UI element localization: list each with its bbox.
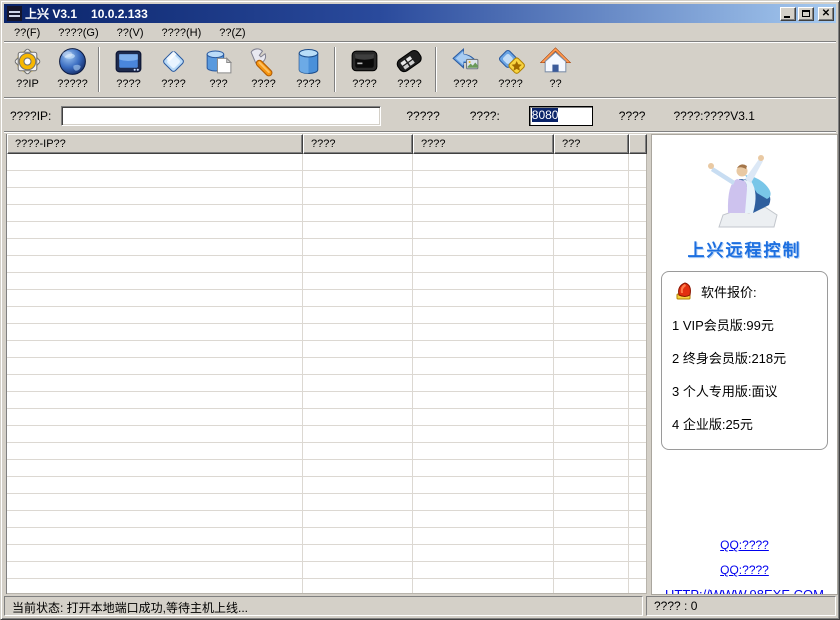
monitor-icon <box>112 45 145 78</box>
close-button[interactable]: ✕ <box>818 7 834 21</box>
ip-input[interactable] <box>61 106 381 126</box>
status-bar: 当前状态: 打开本地端口成功,等待主机上线... ???? : 0 <box>4 596 836 616</box>
toolbar-separator <box>98 47 100 92</box>
table-header-filler <box>629 134 647 154</box>
window-title: 上兴 V3.1 <box>25 5 77 22</box>
sidebar: 上兴远程控制 软件报价: 1 VIP会员版:99元 2 终身会员版:218元 3… <box>651 134 838 595</box>
toolbar-button-config-ip[interactable]: ??IP <box>5 43 50 90</box>
table-gridline <box>553 154 554 593</box>
qq-link-1[interactable]: QQ:???? <box>652 538 837 552</box>
ip-label: ????IP: <box>10 109 51 123</box>
toolbar-button-share-picture[interactable]: ???? <box>443 43 488 90</box>
table-header-col4[interactable]: ??? <box>554 134 629 154</box>
table-header-ip[interactable]: ????-IP?? <box>7 134 303 154</box>
hint-label[interactable]: ????? <box>406 109 439 123</box>
share-picture-icon <box>449 45 482 78</box>
price-item: 3 个人专用版:面议 <box>672 381 817 400</box>
wrench-icon <box>247 45 280 78</box>
bell-icon <box>674 281 694 301</box>
toolbar-button-network[interactable]: ????? <box>50 43 95 90</box>
price-box: 软件报价: 1 VIP会员版:99元 2 终身会员版:218元 3 个人专用版:… <box>661 271 828 450</box>
toolbar-button-screen[interactable]: ???? <box>106 43 151 90</box>
maximize-button[interactable] <box>798 7 814 21</box>
toolbar-button-card-star[interactable]: ???? <box>488 43 533 90</box>
table-gridline <box>412 154 413 593</box>
menu-item-help[interactable]: ????(H) <box>153 25 211 41</box>
window-title-version: 10.0.2.133 <box>91 7 148 21</box>
toolbar-label: ??IP <box>16 78 39 90</box>
toolbar-button-cylinder-page[interactable]: ??? <box>196 43 241 90</box>
menu-item-function[interactable]: ????(G) <box>49 25 107 41</box>
card-star-icon <box>494 45 527 78</box>
toolbar-separator <box>435 47 437 92</box>
toolbar-label: ???? <box>161 78 185 90</box>
toolbar-label: ???? <box>453 78 477 90</box>
film-icon <box>393 45 426 78</box>
menu-item-view[interactable]: ??(V) <box>108 25 153 41</box>
toolbar-label: ?? <box>549 78 561 90</box>
app-icon <box>7 6 22 21</box>
toolbar-button-home[interactable]: ?? <box>533 43 578 90</box>
toolbar-button-diamond[interactable]: ???? <box>151 43 196 90</box>
menu-item-file[interactable]: ??(F) <box>5 25 49 41</box>
toolbar-label: ???? <box>296 78 320 90</box>
minimize-button[interactable] <box>780 7 796 21</box>
version-label: ????:????V3.1 <box>673 109 754 123</box>
price-item: 1 VIP会员版:99元 <box>672 315 817 334</box>
price-box-title: 软件报价: <box>701 282 757 301</box>
toolbar-button-terminal[interactable]: ???? <box>342 43 387 90</box>
brand-title: 上兴远程控制 <box>652 236 837 261</box>
table-gridline <box>302 154 303 593</box>
cylinder-page-icon <box>202 45 235 78</box>
port-input[interactable]: 8080 <box>529 106 593 126</box>
globe-icon <box>56 45 89 78</box>
database-icon <box>292 45 325 78</box>
table-gridline <box>628 154 629 593</box>
divider <box>4 131 836 133</box>
title-bar[interactable]: 上兴 V3.1 10.0.2.133 ✕ <box>4 4 836 23</box>
maximize-icon <box>802 10 810 17</box>
hosts-table: ????-IP?? ???? ???? ??? <box>6 134 647 594</box>
app-window: 上兴 V3.1 10.0.2.133 ✕ ??(F) ????(G) ??(V)… <box>0 0 840 620</box>
table-header-col3[interactable]: ???? <box>413 134 554 154</box>
table-header-col2[interactable]: ???? <box>303 134 413 154</box>
menu-item-about[interactable]: ??(Z) <box>210 25 254 41</box>
qq-link-2[interactable]: QQ:???? <box>652 563 837 577</box>
port-value: 8080 <box>532 108 559 122</box>
close-icon: ✕ <box>819 8 833 20</box>
toolbar-separator <box>334 47 336 92</box>
toolbar-label: ????? <box>57 78 88 90</box>
mascot-image <box>689 149 801 229</box>
menu-bar: ??(F) ????(G) ??(V) ????(H) ??(Z) <box>5 24 835 41</box>
toolbar-label: ???? <box>116 78 140 90</box>
toolbar-label: ??? <box>209 78 227 90</box>
status-count: ???? : 0 <box>646 596 836 616</box>
terminal-icon <box>348 45 381 78</box>
table-body[interactable] <box>7 154 647 594</box>
price-item: 2 终身会员版:218元 <box>672 348 817 367</box>
listen-label[interactable]: ???? <box>619 109 646 123</box>
gear-icon <box>11 45 44 78</box>
toolbar-label: ???? <box>397 78 421 90</box>
status-message: 当前状态: 打开本地端口成功,等待主机上线... <box>4 596 643 616</box>
diamond-icon <box>157 45 190 78</box>
port-label: ????: <box>470 109 500 123</box>
toolbar-label: ???? <box>352 78 376 90</box>
toolbar-label: ???? <box>498 78 522 90</box>
toolbar-button-wrench[interactable]: ???? <box>241 43 286 90</box>
connect-bar: ????IP: ????? ????: 8080 ???? ????:????V… <box>4 99 836 132</box>
minimize-icon <box>784 16 790 18</box>
toolbar-button-film[interactable]: ???? <box>387 43 432 90</box>
toolbar-label: ???? <box>251 78 275 90</box>
toolbar: ??IP ????? ???? <box>5 43 835 97</box>
home-icon <box>539 45 572 78</box>
table-header-row: ????-IP?? ???? ???? ??? <box>7 134 647 154</box>
price-item: 4 企业版:25元 <box>672 414 817 433</box>
website-link-com[interactable]: HTTP://WWW.98EXE.COM <box>652 588 837 595</box>
toolbar-button-database[interactable]: ???? <box>286 43 331 90</box>
links-block: QQ:???? QQ:???? HTTP://WWW.98EXE.COM HTT… <box>652 538 837 595</box>
